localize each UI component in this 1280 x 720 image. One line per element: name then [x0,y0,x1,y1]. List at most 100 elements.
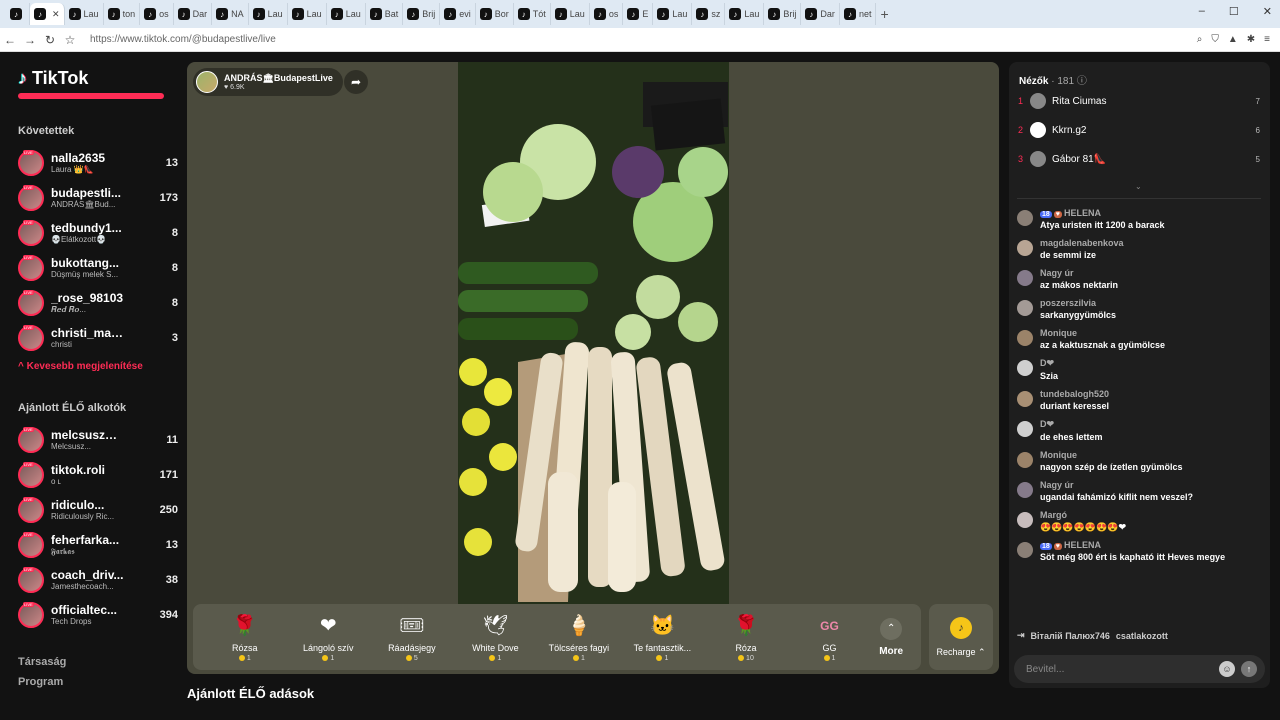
menu-icon[interactable]: ≡ [1264,34,1270,45]
browser-tab[interactable]: ♪ Dar [801,3,840,25]
host-info[interactable]: ANDRÁS🏛BudapestLive ♥ 6.9K [193,68,343,96]
browser-tab[interactable]: ♪ ton [104,3,141,25]
tiktok-logo[interactable]: ♪ TikTok [18,68,178,89]
maximize-icon[interactable]: ☐ [1229,5,1239,18]
sidebar-account[interactable]: LIVE tiktok.roli ᴏ ʟ 171 [18,457,178,492]
footer-link-tarsasag[interactable]: Társaság [18,656,178,668]
browser-tab[interactable]: ♪ evi [440,3,476,25]
top-viewer-row[interactable]: 1 Rita Ciumas 7 [1018,90,1260,112]
avatar[interactable]: LIVE [18,566,44,593]
avatar[interactable]: LIVE [18,531,44,558]
avatar[interactable] [1017,240,1033,256]
url-field[interactable]: https://www.tiktok.com/@budapestlive/liv… [90,34,1197,45]
chevron-down-icon[interactable]: ⌄ [1135,182,1142,191]
emoji-icon[interactable]: ☺ [1219,661,1235,677]
chat-username[interactable]: 18 ♥ HELENA [1040,540,1225,550]
bookmark-icon[interactable]: ☆ [60,33,80,47]
avatar[interactable] [1017,421,1033,437]
gift-item[interactable]: 🌹 Róza 10 [704,613,788,662]
browser-tab[interactable]: ♪ Lau [288,3,327,25]
browser-tab[interactable]: ♪ Lau [249,3,288,25]
gift-item[interactable]: 🐱 Te fantasztik... 1 [621,613,705,662]
avatar[interactable]: LIVE [18,219,44,246]
info-icon[interactable]: ⓘ [1077,76,1087,87]
avatar[interactable] [1017,270,1033,286]
avatar[interactable] [1017,360,1033,376]
browser-tab[interactable]: ♪ os [140,3,174,25]
avatar[interactable] [1017,512,1033,528]
sidebar-account[interactable]: LIVE nalla2635 Laura 👑👠 13 [18,145,178,180]
chat-username[interactable]: magdalenabenkova [1040,238,1124,248]
chat-username[interactable]: D❤ [1040,419,1103,430]
avatar[interactable]: LIVE [18,254,44,281]
shield-icon[interactable]: ⛉ [1211,34,1219,45]
browser-tab[interactable]: ♪ Bat [366,3,404,25]
sidebar-account[interactable]: LIVE feherfarka... 𝕱𝖆𝖗𝖐𝖆𝖘 13 [18,527,178,562]
close-window-icon[interactable]: ✕ [1263,5,1272,18]
top-viewer-row[interactable]: 3 Gábor 81👠 5 [1018,148,1260,170]
back-icon[interactable]: ← [0,33,20,47]
share-icon[interactable]: ➦ [344,70,368,94]
forward-icon[interactable]: → [20,33,40,47]
chat-username[interactable]: Nagy úr [1040,268,1118,278]
chat-username[interactable]: Monique [1040,328,1165,338]
gift-item[interactable]: 🕊 White Dove 1 [454,613,538,662]
new-tab-icon[interactable]: + [880,6,888,22]
chat-username[interactable]: Monique [1040,450,1183,460]
browser-tab[interactable]: ♪ Lau [327,3,366,25]
sidebar-account[interactable]: LIVE melcsuszm... Melcsusz... 11 [18,422,178,457]
video-player[interactable] [458,62,729,604]
browser-tab[interactable]: ♪ Lau [551,3,590,25]
gift-item[interactable]: 🍦 Tölcséres fagyi 1 [537,613,621,662]
avatar[interactable] [1017,330,1033,346]
sidebar-account[interactable]: LIVE bukottang... Düşmüş melek S... 8 [18,250,178,285]
sidebar-account[interactable]: LIVE coach_driv... Jamesthecoach... 38 [18,562,178,597]
avatar[interactable]: LIVE [18,184,44,211]
sidebar-account[interactable]: LIVE budapestli... ANDRÁS🏛Bud... 173 [18,180,178,215]
browser-tab[interactable]: ♪ E [623,3,654,25]
chat-username[interactable]: 18 ♥ HELENA [1040,208,1165,218]
avatar[interactable]: LIVE [18,426,44,453]
gift-item[interactable]: 🌹 Rózsa 1 [203,613,287,662]
avatar[interactable] [1017,300,1033,316]
browser-tab[interactable]: ♪ Tót [514,3,551,25]
sidebar-account[interactable]: LIVE tedbundy1... 💀Elátkozott💀 8 [18,215,178,250]
avatar[interactable] [1017,482,1033,498]
more-gifts-button[interactable]: ⌃ More [871,617,911,657]
avatar[interactable]: LIVE [18,601,44,628]
avatar[interactable] [1017,542,1033,558]
browser-tab[interactable]: ♪ Lau [725,3,765,25]
browser-tab[interactable]: ♪ [6,3,30,25]
browser-tab[interactable]: ♪ Lau [65,3,104,25]
chat-username[interactable]: Nagy úr [1040,480,1193,490]
sidebar-account[interactable]: LIVE _rose_98103 𝑹𝒆𝒅 𝑹𝒐... 8 [18,285,178,320]
browser-tab[interactable]: ♪ ✕ [30,3,65,25]
zoom-icon[interactable]: ⌕ [1197,34,1203,45]
reload-icon[interactable]: ↻ [40,33,60,47]
avatar[interactable]: LIVE [18,289,44,316]
chat-username[interactable]: tundebalogh520 [1040,389,1109,399]
chat-username[interactable]: poszerszilvia [1040,298,1116,308]
avatar[interactable]: LIVE [18,461,44,488]
comment-input[interactable] [1026,663,1219,675]
avatar[interactable]: LIVE [18,149,44,176]
browser-tab[interactable]: ♪ Dar [174,3,213,25]
gift-item[interactable]: 🎟 Ráadásjegy 5 [370,613,454,662]
minimize-icon[interactable]: – [1199,5,1205,18]
sidebar-account[interactable]: LIVE christi_maxy christi 3 [18,320,178,355]
browser-tab[interactable]: ♪ Brij [764,3,802,25]
close-tab-icon[interactable]: ✕ [52,9,60,20]
chat-username[interactable]: D❤ [1040,358,1058,369]
puzzle-icon[interactable]: ✱ [1247,34,1255,45]
gift-item[interactable]: GG GG 1 [788,613,872,662]
browser-tab[interactable]: ♪ os [590,3,624,25]
browser-tab[interactable]: ♪ Brij [403,3,441,25]
send-icon[interactable]: ↑ [1241,661,1257,677]
viewers-title[interactable]: Nézők · 181 ⓘ [1019,72,1087,87]
show-less-link[interactable]: ^ Kevesebb megjelenítése [18,361,178,372]
host-avatar[interactable] [196,71,218,93]
footer-link-program[interactable]: Program [18,676,178,688]
browser-tab[interactable]: ♪ Bor [476,3,514,25]
top-viewer-row[interactable]: 2 Kkrn.g2 6 [1018,119,1260,141]
chat-username[interactable]: Margó [1040,510,1126,520]
